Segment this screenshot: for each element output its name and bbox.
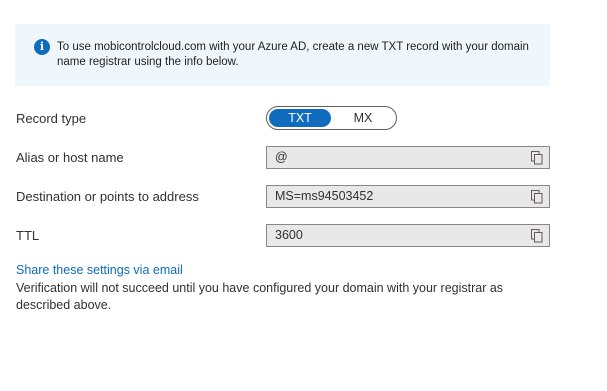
ttl-label: TTL [16,228,40,243]
alias-field[interactable]: @ [266,146,550,169]
alias-value: @ [275,150,288,164]
copy-icon[interactable] [531,229,543,243]
record-type-toggle[interactable]: TXT MX [266,106,397,130]
info-banner: i To use mobicontrolcloud.com with your … [15,24,550,86]
ttl-value: 3600 [275,228,303,242]
ttl-field[interactable]: 3600 [266,224,550,247]
record-type-label: Record type [16,111,87,126]
dns-record-panel: i To use mobicontrolcloud.com with your … [0,0,607,391]
info-icon: i [34,39,50,55]
record-type-option-mx[interactable]: MX [333,109,393,127]
destination-value: MS=ms94503452 [275,189,374,203]
info-banner-text: To use mobicontrolcloud.com with your Az… [57,41,529,68]
copy-icon[interactable] [531,151,543,165]
copy-icon[interactable] [531,190,543,204]
share-settings-link[interactable]: Share these settings via email [16,263,183,277]
alias-label: Alias or host name [16,150,124,165]
verification-note: Verification will not succeed until you … [16,281,504,312]
destination-label: Destination or points to address [16,189,199,204]
destination-field[interactable]: MS=ms94503452 [266,185,550,208]
record-type-option-txt[interactable]: TXT [269,109,331,127]
